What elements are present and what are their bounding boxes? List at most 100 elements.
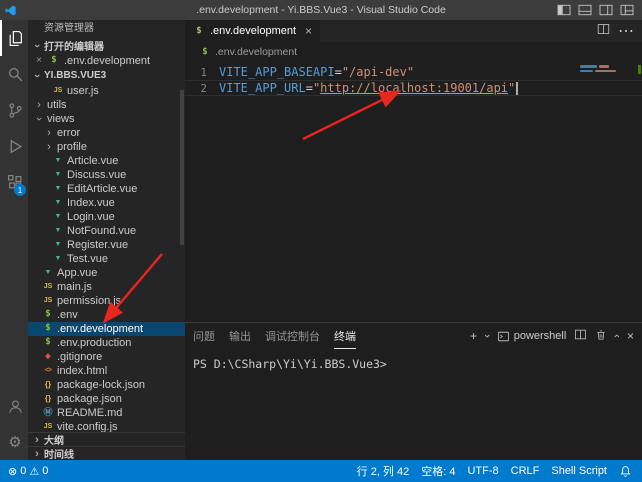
tree-item-user.js[interactable]: JSuser.js — [28, 84, 185, 98]
close-panel-icon[interactable]: × — [627, 329, 634, 343]
extensions-badge: 1 — [14, 184, 26, 196]
run-debug-icon[interactable] — [0, 128, 28, 164]
project-section[interactable]: › YI.BBS.VUE3 — [28, 68, 185, 84]
tree-item-views[interactable]: ›views — [28, 112, 185, 126]
new-terminal-button[interactable]: + — [470, 329, 477, 343]
code-line-2[interactable]: 2VITE_APP_URL="http://localhost:19001/ap… — [185, 80, 642, 96]
terminal-profile-dropdown-icon[interactable]: › — [481, 334, 493, 338]
tree-item-.env[interactable]: $.env — [28, 308, 185, 322]
close-icon[interactable]: × — [34, 55, 44, 66]
panel-tab-debug-console[interactable]: 调试控制台 — [265, 323, 320, 349]
code-line-1[interactable]: 1VITE_APP_BASEAPI="/api-dev" — [185, 64, 642, 80]
tree-item-package-lock.json[interactable]: {}package-lock.json — [28, 378, 185, 392]
vue-file-icon: ▼ — [52, 241, 64, 248]
outline-section[interactable]: › 大纲 — [28, 432, 185, 446]
editor-area: $ .env.development × ⋯ $ .env.developmen… — [185, 20, 642, 460]
source-control-icon[interactable] — [0, 92, 28, 128]
indentation-status[interactable]: 空格: 4 — [421, 463, 455, 479]
tree-item-label: error — [57, 127, 80, 139]
tree-item-label: vite.config.js — [57, 421, 118, 432]
encoding-status[interactable]: UTF-8 — [467, 465, 498, 477]
tree-item-package.json[interactable]: {}package.json — [28, 392, 185, 406]
json-file-icon: {} — [42, 395, 54, 403]
code-editor[interactable]: 1VITE_APP_BASEAPI="/api-dev"2VITE_APP_UR… — [185, 62, 642, 322]
terminal-content[interactable]: PS D:\CSharp\Yi\Yi.BBS.Vue3> — [185, 349, 642, 460]
code-token: http://localhost:19001/api — [320, 81, 508, 95]
problems-status[interactable]: ⊗ 0 ⚠ 0 — [8, 465, 48, 478]
code-token: " — [313, 81, 320, 95]
tree-item-permission.js[interactable]: JSpermission.js — [28, 294, 185, 308]
extensions-icon[interactable]: 1 — [0, 164, 28, 200]
timeline-section[interactable]: › 时间线 — [28, 446, 185, 460]
explorer-icon[interactable] — [0, 20, 28, 56]
vue-file-icon: ▼ — [52, 157, 64, 164]
vue-file-icon: ▼ — [52, 185, 64, 192]
tab-env-development[interactable]: $ .env.development × — [185, 20, 320, 42]
env-file-icon: $ — [199, 48, 211, 57]
breadcrumb-item[interactable]: .env.development — [215, 46, 297, 58]
maximize-panel-icon[interactable]: › — [611, 334, 623, 338]
tree-item-Index.vue[interactable]: ▼Index.vue — [28, 196, 185, 210]
language-mode-status[interactable]: Shell Script — [551, 465, 607, 477]
account-icon[interactable] — [0, 388, 28, 424]
tree-item-.gitignore[interactable]: ◆.gitignore — [28, 350, 185, 364]
vue-file-icon: ▼ — [52, 199, 64, 206]
tree-item-.env.production[interactable]: $.env.production — [28, 336, 185, 350]
json-file-icon: {} — [42, 381, 54, 389]
more-actions-icon[interactable]: ⋯ — [618, 21, 634, 41]
open-editor-item[interactable]: × $ .env.development — [28, 54, 185, 68]
toggle-panel-icon[interactable] — [578, 4, 592, 16]
project-label: YI.BBS.VUE3 — [44, 70, 106, 81]
cursor-position-status[interactable]: 行 2, 列 42 — [357, 463, 410, 479]
tree-item-label: README.md — [57, 407, 122, 419]
tree-item-error[interactable]: ›error — [28, 126, 185, 140]
split-editor-icon[interactable] — [597, 22, 610, 40]
breadcrumb[interactable]: $ .env.development — [185, 42, 642, 62]
customize-layout-icon[interactable] — [620, 4, 634, 16]
toggle-secondary-sidebar-icon[interactable] — [599, 4, 613, 16]
tree-item-App.vue[interactable]: ▼App.vue — [28, 266, 185, 280]
notifications-bell-icon[interactable] — [619, 465, 632, 478]
tree-item-utils[interactable]: ›utils — [28, 98, 185, 112]
search-icon[interactable] — [0, 56, 28, 92]
tree-item-profile[interactable]: ›profile — [28, 140, 185, 154]
tree-item-Discuss.vue[interactable]: ▼Discuss.vue — [28, 168, 185, 182]
tree-item-Article.vue[interactable]: ▼Article.vue — [28, 154, 185, 168]
tree-item-label: profile — [57, 141, 87, 153]
settings-gear-icon[interactable]: ⚙ — [0, 424, 28, 460]
chevron-down-icon: › — [31, 71, 43, 81]
js-file-icon: JS — [42, 297, 54, 304]
tree-item-NotFound.vue[interactable]: ▼NotFound.vue — [28, 224, 185, 238]
warning-icon: ⚠ — [29, 465, 39, 478]
status-bar: ⊗ 0 ⚠ 0 行 2, 列 42 空格: 4 UTF-8 CRLF Shell… — [0, 460, 642, 482]
panel-tab-problems[interactable]: 问题 — [193, 323, 215, 349]
shell-selector[interactable]: powershell — [497, 330, 567, 342]
tree-item-README.md[interactable]: ⓂREADME.md — [28, 406, 185, 420]
minimap[interactable] — [580, 65, 632, 74]
panel-tab-output[interactable]: 输出 — [229, 323, 251, 349]
env-file-icon: $ — [42, 338, 54, 347]
tree-item-Login.vue[interactable]: ▼Login.vue — [28, 210, 185, 224]
tree-item-main.js[interactable]: JSmain.js — [28, 280, 185, 294]
powershell-icon — [497, 331, 510, 342]
open-editors-label: 打开的编辑器 — [44, 38, 104, 53]
tree-item-Test.vue[interactable]: ▼Test.vue — [28, 252, 185, 266]
tree-item-EditArticle.vue[interactable]: ▼EditArticle.vue — [28, 182, 185, 196]
close-tab-icon[interactable]: × — [305, 24, 312, 38]
panel-tab-terminal[interactable]: 终端 — [334, 323, 356, 349]
kill-terminal-button[interactable] — [595, 329, 607, 344]
tree-item-index.html[interactable]: <>index.html — [28, 364, 185, 378]
sidebar-scrollbar[interactable] — [180, 90, 184, 245]
env-file-icon: $ — [42, 324, 54, 333]
tree-item-Register.vue[interactable]: ▼Register.vue — [28, 238, 185, 252]
toggle-sidebar-icon[interactable] — [557, 4, 571, 16]
eol-status[interactable]: CRLF — [511, 465, 540, 477]
text-cursor — [516, 82, 518, 95]
open-editors-section[interactable]: › 打开的编辑器 — [28, 38, 185, 54]
tree-item-vite.config.js[interactable]: JSvite.config.js — [28, 420, 185, 432]
tree-item-label: NotFound.vue — [67, 225, 136, 237]
tree-item-label: views — [47, 113, 75, 125]
tree-item-.env.development[interactable]: $.env.development — [28, 322, 185, 336]
split-terminal-button[interactable] — [574, 329, 587, 343]
code-token: = — [335, 65, 342, 79]
